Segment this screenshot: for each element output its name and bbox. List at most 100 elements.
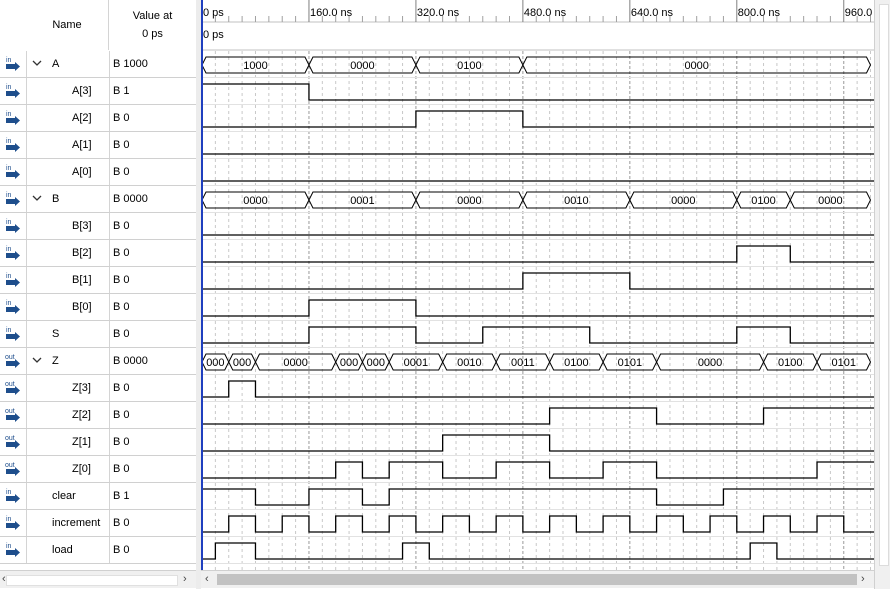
- scroll-right-icon[interactable]: ›: [861, 573, 865, 585]
- name-column-label: Name: [52, 19, 82, 31]
- bus-value-label: 0100: [564, 357, 588, 369]
- signal-name: increment: [52, 517, 101, 529]
- signal-row[interactable]: in clear B 1: [0, 483, 196, 510]
- output-pin-icon: out: [0, 375, 27, 401]
- svg-text:in: in: [6, 138, 12, 145]
- svg-text:out: out: [5, 462, 15, 469]
- input-pin-icon: in: [0, 240, 27, 266]
- input-pin-icon: in: [0, 537, 27, 563]
- bus-value-label: 0001: [404, 357, 428, 369]
- signal-value: B 1: [109, 483, 195, 509]
- input-pin-icon: in: [0, 159, 27, 185]
- signal-name: B[2]: [72, 247, 92, 259]
- signal-value: B 0: [109, 456, 195, 482]
- signal-waveform: [202, 488, 874, 506]
- signal-name: A[3]: [72, 85, 92, 97]
- input-pin-icon: in: [0, 51, 27, 77]
- signal-row[interactable]: in A[0] B 0: [0, 159, 196, 186]
- signal-row[interactable]: in B[2] B 0: [0, 240, 196, 267]
- name-panel-scrollbar[interactable]: ‹ ›: [0, 570, 196, 588]
- svg-text:in: in: [6, 516, 12, 523]
- bus-value-label: 000: [206, 357, 224, 369]
- cursor-time-label: 0 ps: [203, 29, 224, 41]
- bus-value-label: 0000: [684, 60, 708, 72]
- signal-value: B 0: [109, 375, 195, 401]
- chevron-down-icon[interactable]: [31, 57, 43, 69]
- time-tick-label: 320.0 ns: [417, 7, 460, 19]
- signal-value: B 0: [109, 159, 195, 185]
- waveform-horizontal-scrollbar[interactable]: ‹ ›: [201, 570, 874, 588]
- signal-name: A[0]: [72, 166, 92, 178]
- chevron-down-icon[interactable]: [31, 354, 43, 366]
- signal-row[interactable]: in B[1] B 0: [0, 267, 196, 294]
- signal-row[interactable]: out Z[0] B 0: [0, 456, 196, 483]
- bus-value-label: 0101: [832, 357, 856, 369]
- svg-text:in: in: [6, 111, 12, 118]
- name-panel-scroll-thumb[interactable]: [6, 575, 178, 586]
- value-column-header[interactable]: Value at 0 ps: [109, 0, 196, 50]
- svg-text:in: in: [6, 300, 12, 307]
- signal-row[interactable]: in increment B 0: [0, 510, 196, 537]
- signal-row[interactable]: in load B 0: [0, 537, 196, 564]
- scroll-left-icon[interactable]: ‹: [205, 573, 209, 585]
- signal-row[interactable]: out Z[3] B 0: [0, 375, 196, 402]
- signal-value: B 0: [109, 294, 195, 320]
- signal-name: Z[3]: [72, 382, 91, 394]
- bus-value-label: 0000: [243, 195, 267, 207]
- bus-value-label: 0000: [283, 357, 307, 369]
- bus-value-label: 0000: [698, 357, 722, 369]
- signal-waveform: [202, 272, 874, 290]
- signal-row[interactable]: in B[0] B 0: [0, 294, 196, 321]
- signal-waveform: [202, 245, 874, 263]
- value-column-label: Value at: [132, 10, 173, 22]
- bus-value-label: 000: [367, 357, 385, 369]
- signal-row[interactable]: out Z B 0000: [0, 348, 196, 375]
- bus-value-label: 0101: [618, 357, 642, 369]
- signal-waveform: [202, 461, 874, 479]
- svg-text:in: in: [6, 327, 12, 334]
- signal-value: B 0: [109, 429, 195, 455]
- bus-value-label: 1000: [243, 60, 267, 72]
- input-pin-icon: in: [0, 321, 27, 347]
- signal-name: A[1]: [72, 139, 92, 151]
- signal-row[interactable]: in B[3] B 0: [0, 213, 196, 240]
- time-tick-label: 960.0 ns: [845, 7, 874, 19]
- signal-name: Z[0]: [72, 463, 91, 475]
- name-column-header[interactable]: Name: [26, 0, 109, 50]
- bus-value-label: 0011: [511, 357, 535, 369]
- vertical-scrollbar[interactable]: [874, 0, 890, 589]
- input-pin-icon: in: [0, 510, 27, 536]
- signal-row[interactable]: in A[3] B 1: [0, 78, 196, 105]
- output-pin-icon: out: [0, 348, 27, 374]
- signal-row[interactable]: in S B 0: [0, 321, 196, 348]
- signal-name: B: [52, 193, 60, 205]
- signal-row[interactable]: out Z[2] B 0: [0, 402, 196, 429]
- signal-row[interactable]: out Z[1] B 0: [0, 429, 196, 456]
- waveform-scroll-thumb[interactable]: [217, 574, 857, 585]
- signal-name: Z[2]: [72, 409, 91, 421]
- output-pin-icon: out: [0, 429, 27, 455]
- signal-waveform: [202, 83, 874, 101]
- signal-value: B 0000: [109, 186, 195, 212]
- output-pin-icon: out: [0, 402, 27, 428]
- time-tick-label: 160.0 ns: [310, 7, 353, 19]
- signal-row[interactable]: in A[2] B 0: [0, 105, 196, 132]
- bus-value-label: 000: [340, 357, 358, 369]
- signal-value: B 0: [109, 105, 195, 131]
- chevron-down-icon[interactable]: [31, 192, 43, 204]
- svg-text:out: out: [5, 381, 15, 388]
- bus-value-label: 0000: [457, 195, 481, 207]
- svg-text:in: in: [6, 219, 12, 226]
- svg-text:in: in: [6, 165, 12, 172]
- signal-waveform: [202, 434, 874, 452]
- signal-row[interactable]: in A B 1000: [0, 51, 196, 78]
- vertical-scroll-thumb[interactable]: [879, 4, 889, 566]
- waveform-canvas[interactable]: 0 ps 160.0 ns 320.0 ns 480.0 ns 640.0 ns 800.…: [201, 0, 874, 570]
- signal-row[interactable]: in B B 0000: [0, 186, 196, 213]
- svg-text:in: in: [6, 543, 12, 550]
- input-pin-icon: in: [0, 483, 27, 509]
- signal-name-panel: Name Value at 0 ps in A B 1000 in A[3] B 1 in A…: [0, 0, 197, 570]
- waveform-panel[interactable]: 0 ps 160.0 ns 320.0 ns 480.0 ns 640.0 ns 800.…: [201, 0, 874, 570]
- scroll-right-icon[interactable]: ›: [183, 573, 187, 585]
- signal-row[interactable]: in A[1] B 0: [0, 132, 196, 159]
